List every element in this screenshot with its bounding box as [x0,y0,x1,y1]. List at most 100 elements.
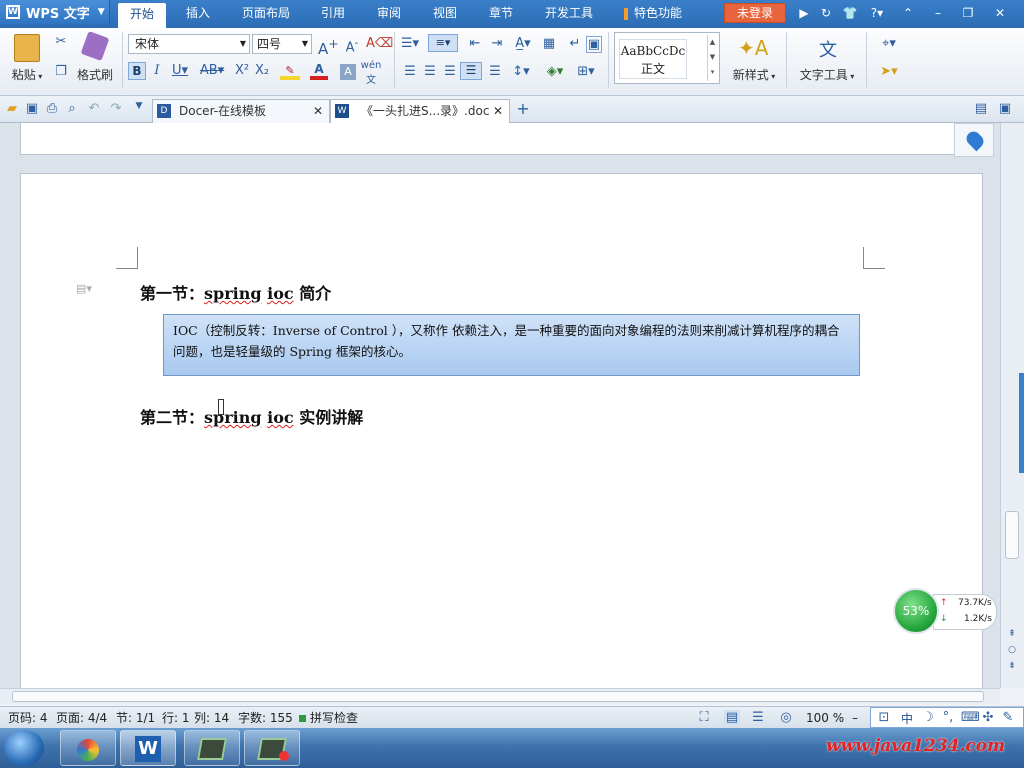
outline-view-icon[interactable]: ☰ [750,710,766,725]
tab-review[interactable]: 审阅 [366,0,412,26]
scroll-thumb[interactable] [1005,511,1019,559]
strikethrough-icon[interactable]: AB▾ [198,63,226,78]
table-grid-icon[interactable]: ▦ [540,36,558,51]
login-button[interactable]: 未登录 [724,3,786,23]
fullscreen-icon[interactable]: ⛶ [696,710,712,725]
status-word-count[interactable]: 字数: 155 [238,710,293,726]
open-folder-icon[interactable]: ▰ [4,101,20,116]
tab-special-features[interactable]: 特色功能 [630,0,686,26]
paste-icon[interactable] [14,34,40,62]
ime-tools-icon[interactable]: ✎ [1001,710,1015,725]
ime-keyboard-icon[interactable]: ⌨ [961,710,980,725]
subscript-icon[interactable]: X₂ [254,63,270,78]
select-cursor-icon[interactable]: ➤▾ [874,64,904,79]
tab-home[interactable]: 开始 [118,3,166,28]
vertical-scrollbar[interactable]: ⇞ ○ ⇟ [1000,123,1024,688]
close-icon[interactable]: ✕ [992,5,1008,21]
save-icon[interactable]: ▣ [24,101,40,116]
ime-halfwidth-icon[interactable]: ☽ [921,710,935,725]
border-icon[interactable]: ⊞▾ [574,64,598,79]
status-col[interactable]: 列: 14 [194,710,229,726]
side-panel-handle[interactable] [1019,373,1024,473]
tab-list-icon[interactable]: ▤ [974,101,988,116]
new-style-icon[interactable]: ✦A [738,36,768,60]
status-pages[interactable]: 页面: 4/4 [56,710,107,726]
zoom-out-icon[interactable]: – [852,710,858,726]
increase-indent-icon[interactable]: ⇥ [488,36,506,51]
format-painter-button[interactable]: 格式刷 [74,66,116,83]
tab-view[interactable]: 视图 [422,0,468,26]
next-page-icon[interactable]: ⇟ [1005,661,1019,671]
italic-icon[interactable]: I [150,63,164,78]
paragraph-handle-icon[interactable]: ▤▾ [72,282,96,295]
h-scroll-thumb[interactable] [12,691,984,702]
ime-settings-icon[interactable]: ✣ [981,710,995,725]
close-tab-icon[interactable]: ✕ [313,100,323,122]
tab-close-all-icon[interactable]: ▣ [998,101,1012,116]
status-row[interactable]: 行: 1 [162,710,190,726]
collapse-ribbon-icon[interactable]: ⌃ [900,5,916,21]
copy-icon[interactable]: ❐ [52,64,70,79]
new-tab-icon[interactable]: + [514,99,532,118]
undo-icon[interactable]: ↶ [86,101,102,116]
tab-page-layout[interactable]: 页面布局 [232,0,300,26]
grow-font-icon[interactable]: A+ [318,36,339,58]
style-gallery-scroll[interactable]: ▲ ▼ ▾ [707,35,717,81]
status-section[interactable]: 节: 1/1 [116,710,155,726]
paste-button[interactable]: 粘贴 ▾ [6,66,48,83]
text-direction-icon[interactable]: A̲▾ [512,36,534,51]
numbered-list-icon[interactable]: ≡▾ [428,34,458,52]
document-area[interactable]: ▤▾ 第一节：spring ioc 简介 第二节：spring ioc 实例讲解 [0,123,1018,688]
ime-punct-icon[interactable]: °, [941,710,955,725]
underline-icon[interactable]: U▾ [170,63,190,78]
decrease-indent-icon[interactable]: ⇤ [466,36,484,51]
close-tab-icon[interactable]: ✕ [493,100,503,122]
select-all-icon[interactable]: ▣ [586,36,602,53]
zoom-level[interactable]: 100 % [806,710,844,726]
page-view-icon[interactable]: ▤ [724,710,740,725]
memory-usage-ball[interactable]: 53% [893,588,939,634]
tab-document[interactable]: W 《一头扎进S...录》.doc ✕ [330,99,510,123]
web-view-icon[interactable]: ◎ [778,710,794,725]
find-binoculars-icon[interactable]: ⌖▾ [874,36,904,51]
redo-icon[interactable]: ↷ [108,101,124,116]
cut-icon[interactable]: ✂ [52,34,70,49]
horizontal-scrollbar[interactable] [0,688,1000,704]
align-left-icon[interactable]: ☰ [402,64,418,79]
align-right-icon[interactable]: ☰ [442,64,458,79]
show-marks-icon[interactable]: ↵ [566,36,584,51]
phonetic-guide-icon[interactable]: wén 文 [360,60,382,86]
taskbar-wps-writer[interactable]: W [120,730,176,766]
style-gallery[interactable]: AaBbCcDc 正文 ▲ ▼ ▾ [614,32,720,84]
clear-format-icon[interactable]: A⌫ [366,36,393,51]
font-color-icon[interactable]: A [310,62,328,80]
app-menu-button[interactable]: W WPS 文字 ▼ [0,0,110,24]
ime-chinese-icon[interactable]: 中 [901,710,913,727]
highlight-icon[interactable]: ✎ [280,64,300,80]
text-tools-button[interactable]: 文字工具 ▾ [794,66,860,83]
new-style-button[interactable]: 新样式 ▾ [728,66,780,83]
select-browse-icon[interactable]: ○ [1005,645,1019,655]
font-size-select[interactable]: 四号 ▼ [252,34,312,54]
align-center-icon[interactable]: ☰ [422,64,438,79]
distributed-align-icon[interactable]: ☰ [486,64,504,79]
ioc-description-box[interactable]: IOC（控制反转：Inverse of Control ），又称作 依赖注入，是… [163,314,860,376]
help-icon[interactable]: ?▾ [866,5,888,21]
text-tools-icon[interactable]: 文 [814,36,842,62]
style-normal-preview[interactable]: AaBbCcDc 正文 [619,39,687,79]
location-pin-button[interactable] [954,123,994,157]
quick-access-dropdown-icon[interactable]: ▼ [132,101,146,111]
tab-chapter[interactable]: 章节 [478,0,524,26]
tab-references[interactable]: 引用 [310,0,356,26]
tab-docer[interactable]: D Docer-在线模板 ✕ [152,99,330,123]
justify-icon[interactable]: ☰ [460,62,482,80]
font-name-select[interactable]: 宋体 ▼ [128,34,250,54]
prev-page-icon[interactable]: ⇞ [1005,629,1019,639]
bold-icon[interactable]: B [128,62,146,80]
print-icon[interactable]: ⎙ [44,101,60,116]
refresh-icon[interactable]: ↻ [818,5,834,21]
start-button[interactable] [4,730,44,766]
previous-page[interactable] [20,123,983,155]
restore-icon[interactable]: ❐ [960,5,976,21]
tab-insert[interactable]: 插入 [176,0,220,26]
